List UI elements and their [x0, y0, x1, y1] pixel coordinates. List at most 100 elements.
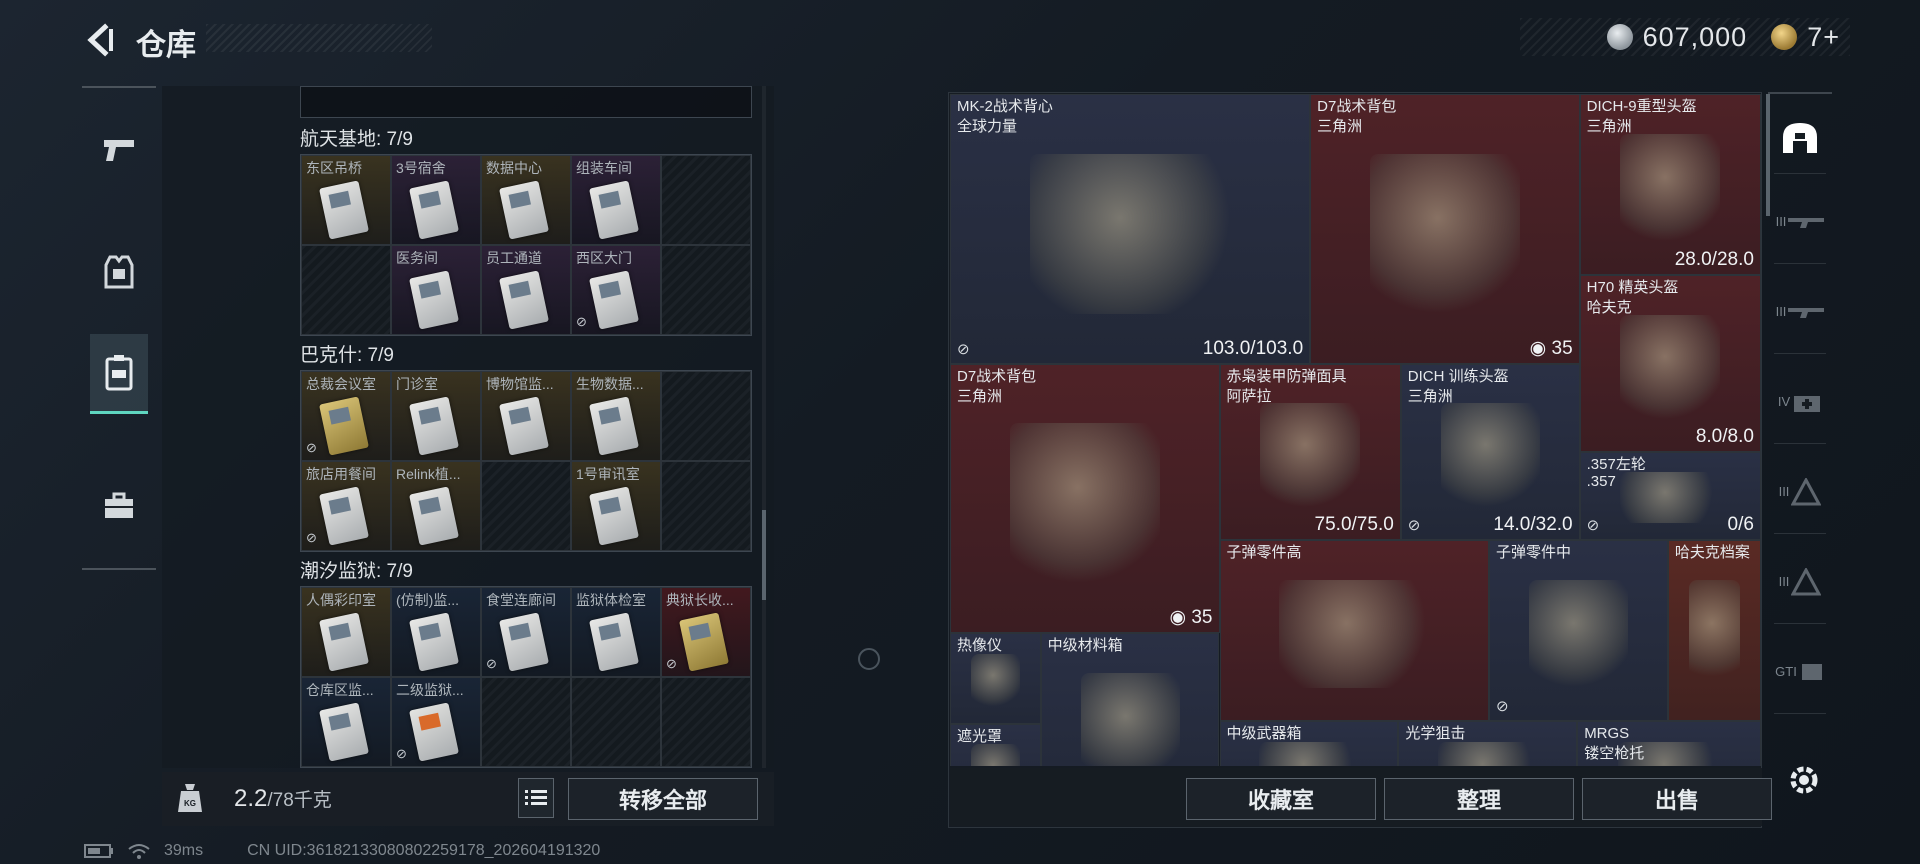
scrollbar-thumb[interactable]	[762, 510, 766, 600]
stash-item[interactable]: D7战术背包 三角洲 ◉ 35	[1310, 94, 1580, 364]
uid: CN UID:36182133080802259178_202604191320	[247, 842, 601, 859]
nav-armor[interactable]	[90, 232, 148, 312]
currency-value: 607,000	[1642, 21, 1748, 52]
collection-room-button[interactable]: 收藏室	[1186, 778, 1376, 820]
key-slot[interactable]: 典狱长收... ⊘	[661, 587, 751, 677]
back-arrow-icon	[87, 23, 113, 57]
nav-keys[interactable]	[90, 334, 148, 414]
key-slot[interactable]: 旅店用餐间 ⊘	[301, 461, 391, 551]
stash-item[interactable]: 中级武器箱	[1219, 721, 1399, 766]
stash-item[interactable]: 遮光罩	[950, 723, 1041, 766]
key-slot[interactable]: 生物数据...	[571, 371, 661, 461]
weight-max: /78千克	[267, 790, 332, 811]
stash-item[interactable]: MRGS 镂空枪托	[1577, 721, 1761, 766]
stash-item[interactable]: 中级材料箱	[1040, 633, 1220, 766]
item-name: 赤枭装甲防弹面具	[1226, 367, 1347, 385]
keycard-icon	[409, 396, 459, 456]
key-slot[interactable]: 门诊室	[391, 371, 481, 461]
no-transfer-icon: ⊘	[396, 746, 407, 761]
key-slot[interactable]: (仿制)监...	[391, 587, 481, 677]
stash-item[interactable]: MK-2战术背心 全球力量 103.0/103.0 ⊘	[950, 94, 1311, 364]
key-slot[interactable]: 监狱体检室	[571, 587, 661, 677]
stash-item[interactable]: .357左轮 .357 0/6 ⊘	[1579, 451, 1761, 540]
list-view-button[interactable]	[518, 778, 554, 818]
stash-item[interactable]: 光学狙击	[1398, 721, 1578, 766]
stash-item[interactable]: DICH 训练头盔 三角洲 14.0/32.0 ⊘	[1400, 363, 1580, 540]
currency-bar: 607,000 7+	[1520, 18, 1850, 56]
key-slot[interactable]: 食堂连廊间 ⊘	[481, 587, 571, 677]
stash-item[interactable]: 子弹零件高	[1219, 539, 1489, 722]
item-name: DICH-9重型头盔	[1586, 98, 1697, 115]
key-slot[interactable]: 3号宿舍	[391, 155, 481, 245]
filter-gti[interactable]: GTI	[1774, 630, 1826, 714]
keycard-icon	[409, 180, 459, 240]
stash-item[interactable]: H70 精英头盔 哈夫克 8.0/8.0	[1579, 275, 1761, 452]
empty-slot[interactable]	[571, 677, 661, 767]
list-icon	[525, 790, 547, 805]
stash-item[interactable]: DICH-9重型头盔 三角洲 28.0/28.0	[1579, 94, 1761, 276]
key-slot[interactable]: 员工通道	[481, 245, 571, 335]
stash-grid[interactable]: MK-2战术背心 全球力量 103.0/103.0 ⊘ D7战术背包 三角洲 ◉ 35 DIC…	[950, 94, 1762, 766]
item-name: 热像仪	[957, 637, 1003, 654]
key-slot[interactable]: 东区吊桥	[301, 155, 391, 245]
item-faction: 全球力量	[957, 118, 1018, 135]
empty-slot[interactable]	[301, 245, 391, 335]
empty-slot[interactable]	[661, 677, 751, 767]
weight-readout: 2.2/78千克	[234, 785, 332, 813]
item-name: 光学狙击	[1405, 725, 1466, 743]
key-slot[interactable]: Relink植...	[391, 461, 481, 551]
nav-weapons[interactable]	[90, 110, 148, 190]
filter-tier-3-weapon-b[interactable]: III	[1774, 270, 1826, 354]
filter-tier-3-weapon-a[interactable]: III	[1774, 180, 1826, 264]
empty-slot[interactable]	[661, 461, 751, 551]
settings-gear-icon[interactable]	[1786, 762, 1822, 798]
key-slot[interactable]: 总裁会议室 ⊘	[301, 371, 391, 461]
item-name: 中级材料箱	[1047, 637, 1123, 654]
key-slot-label: 门诊室	[396, 376, 438, 392]
item-image	[1438, 742, 1538, 766]
stash-item[interactable]: 哈夫克档案	[1667, 539, 1761, 722]
weight-icon: KG	[176, 782, 204, 814]
sort-button[interactable]: 整理	[1384, 778, 1574, 820]
stash-item[interactable]: D7战术背包 三角洲 ◉ 35	[950, 363, 1220, 633]
item-name: 子弹零件高	[1226, 543, 1302, 561]
key-slot[interactable]: 二级监狱... ⊘	[391, 677, 481, 767]
item-image	[970, 653, 1021, 707]
key-slot-label: 监狱体检室	[576, 592, 646, 608]
key-slot[interactable]: 数据中心	[481, 155, 571, 245]
stash-item[interactable]: 子弹零件中 ⊘	[1489, 539, 1668, 722]
empty-slot[interactable]	[481, 461, 571, 551]
item-image	[970, 744, 1021, 766]
empty-slot[interactable]	[481, 677, 571, 767]
key-slot[interactable]: 博物馆监...	[481, 371, 571, 461]
section-title: 航天基地: 7/9	[300, 129, 413, 150]
empty-slot[interactable]	[661, 155, 751, 245]
empty-slot[interactable]	[661, 371, 751, 461]
rifle-icon	[1788, 307, 1825, 318]
no-transfer-icon: ⊘	[957, 340, 970, 358]
stash-item[interactable]: 赤枭装甲防弹面具 阿萨拉 75.0/75.0	[1219, 363, 1401, 540]
key-slot[interactable]: 仓库区监...	[301, 677, 391, 767]
item-faction: 三角洲	[1317, 118, 1363, 135]
empty-slot[interactable]	[661, 245, 751, 335]
key-slot[interactable]: 组装车间	[571, 155, 661, 245]
key-slot[interactable]: 医务间	[391, 245, 481, 335]
filter-tier-3-armor-b[interactable]: III	[1774, 540, 1826, 624]
filter-tier-4-medkit[interactable]: IV	[1774, 360, 1826, 444]
ping: 39ms	[164, 842, 204, 859]
key-slot[interactable]: 西区大门 ⊘	[571, 245, 661, 335]
scrollbar-track[interactable]	[762, 86, 766, 768]
transfer-all-button[interactable]: 转移全部	[568, 778, 758, 820]
filter-tier-3-armor-a[interactable]: III	[1774, 450, 1826, 534]
stash-item[interactable]: 热像仪	[950, 633, 1041, 724]
key-slot[interactable]: 人偶彩印室	[301, 587, 391, 677]
nav-items[interactable]	[90, 466, 148, 546]
key-slot-label: 生物数据...	[576, 376, 644, 392]
key-slot[interactable]: 1号审讯室	[571, 461, 661, 551]
sell-button[interactable]: 出售	[1582, 778, 1772, 820]
filter-helmet[interactable]	[1774, 102, 1826, 174]
back-button[interactable]	[78, 18, 122, 62]
key-slot-label: 3号宿舍	[396, 160, 446, 176]
keycard-icon	[499, 180, 549, 240]
gold-value[interactable]: 7+	[1807, 22, 1840, 53]
